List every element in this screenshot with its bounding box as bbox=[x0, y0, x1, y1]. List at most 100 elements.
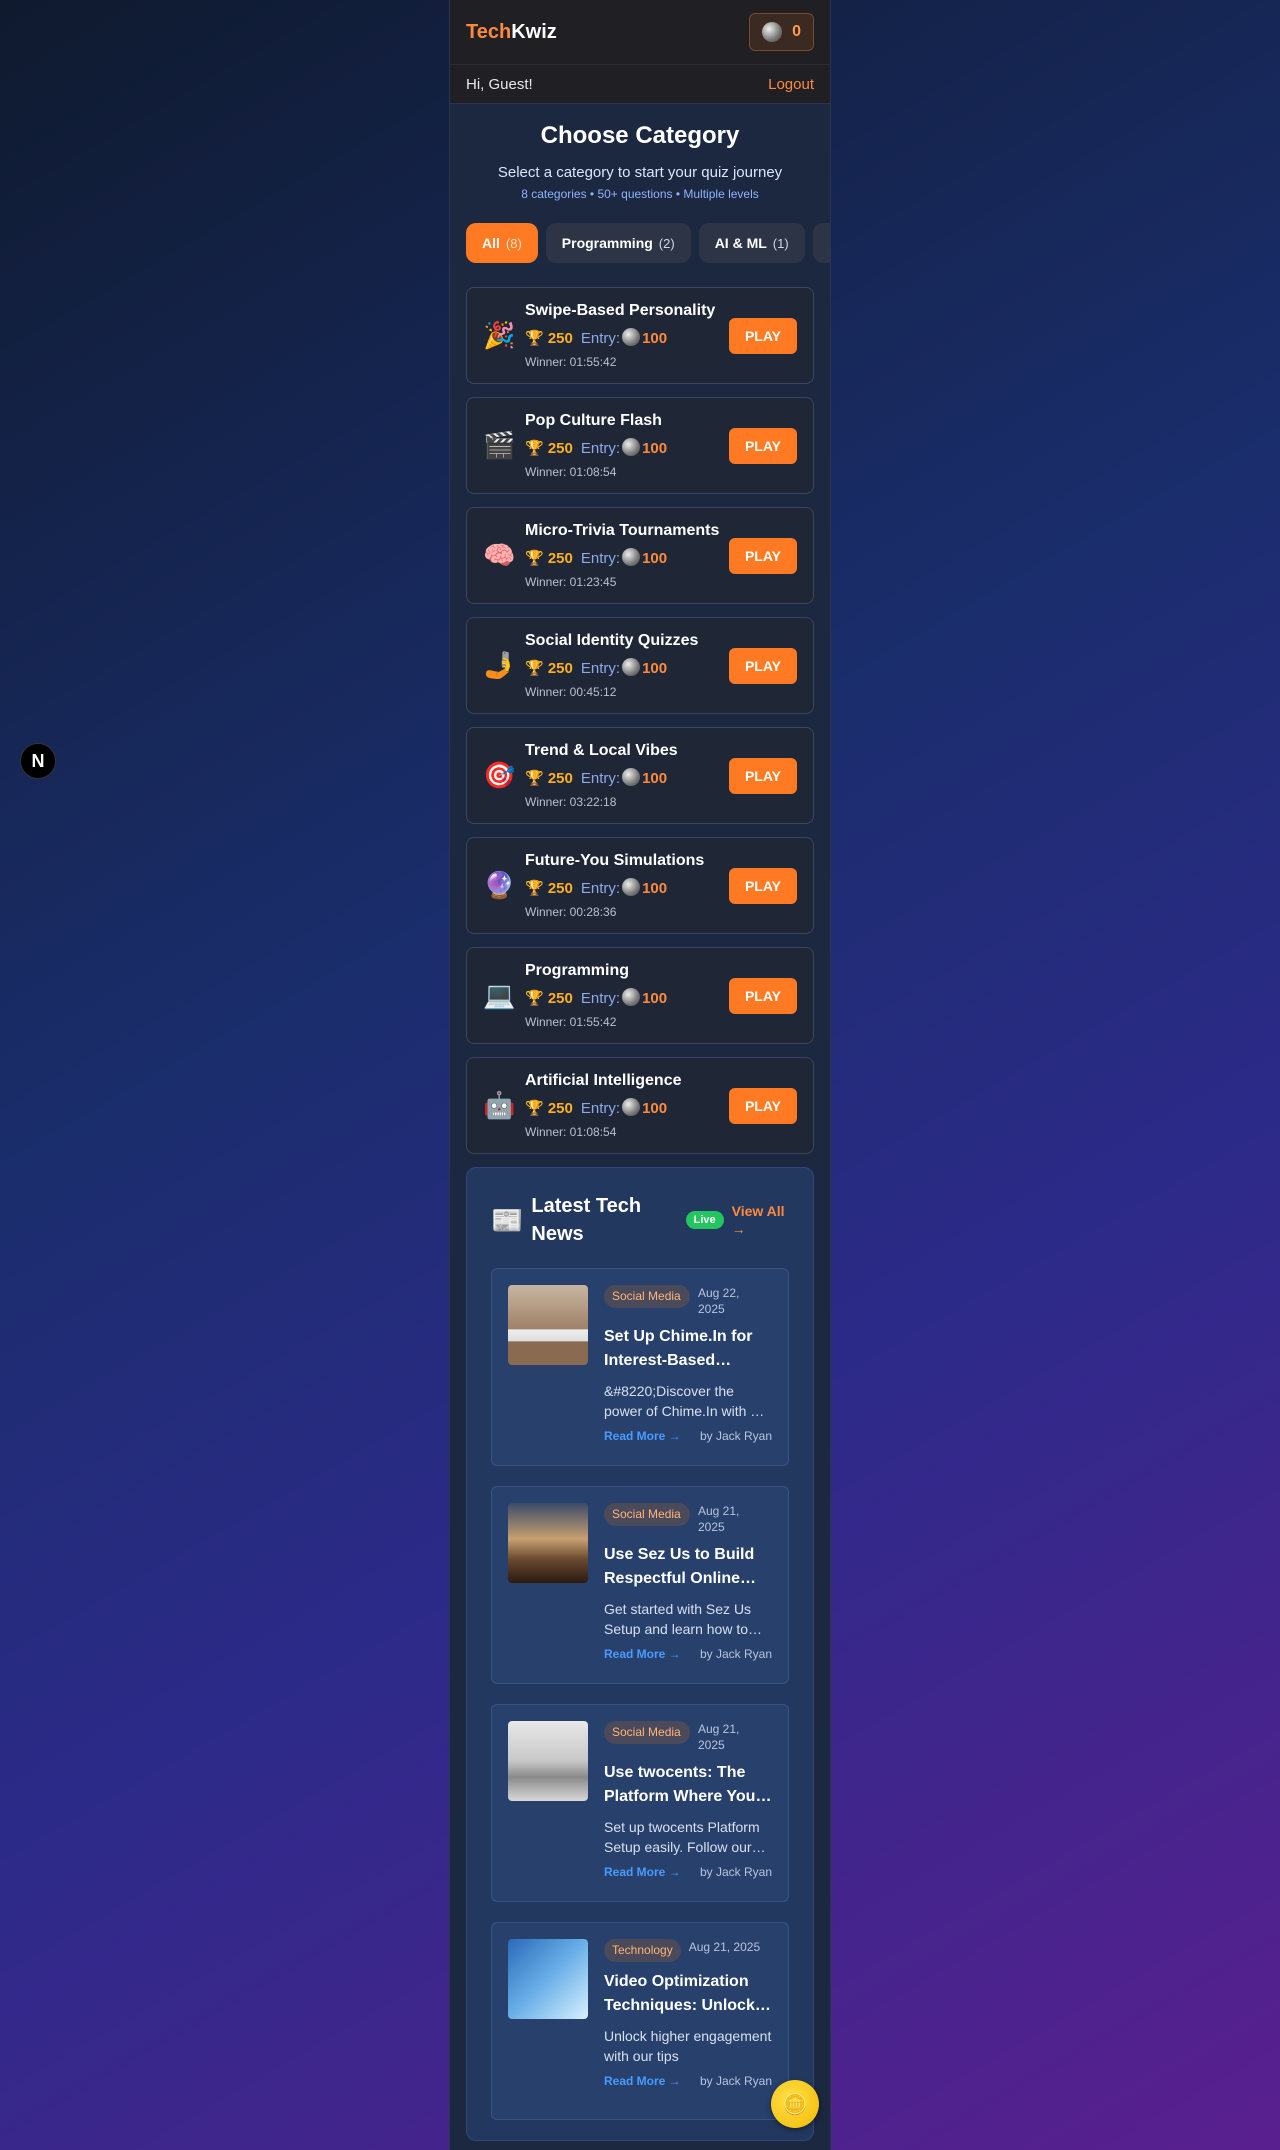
quiz-icon: 🎬 bbox=[483, 430, 516, 460]
quiz-card[interactable]: 💻 Programming 🏆 250 Entry: 100 Winner: 01:… bbox=[466, 947, 814, 1044]
news-header: 📰 Latest Tech News Live View All → bbox=[491, 1192, 789, 1248]
article-thumbnail bbox=[508, 1285, 588, 1365]
quiz-title: Social Identity Quizzes bbox=[525, 632, 699, 649]
article-author: by Jack Ryan bbox=[699, 1647, 772, 1661]
tab-programming[interactable]: Programming (2) bbox=[545, 223, 691, 263]
quiz-entry-fee: 100 bbox=[642, 660, 668, 677]
coin-icon bbox=[622, 328, 641, 346]
quiz-winner-time: Winner: 00:28:36 bbox=[525, 905, 617, 919]
newspaper-icon: 📰 bbox=[491, 1204, 524, 1235]
read-more-link[interactable]: Read More → bbox=[604, 1429, 681, 1443]
page-meta: 8 categories • 50+ questions • Multiple … bbox=[521, 187, 759, 201]
article-date: Aug 21, 2025 bbox=[698, 1722, 740, 1752]
view-all-link[interactable]: View All → bbox=[732, 1202, 789, 1238]
article-author: by Jack Ryan bbox=[699, 2074, 772, 2088]
article-category: Technology bbox=[604, 1939, 681, 1962]
quiz-winner-time: Winner: 01:08:54 bbox=[525, 465, 617, 479]
quiz-entry-fee: 100 bbox=[642, 990, 668, 1007]
tab-ai-ml[interactable]: AI & ML (1) bbox=[698, 223, 805, 263]
article-thumbnail bbox=[508, 1939, 588, 2019]
quiz-title: Pop Culture Flash bbox=[525, 412, 662, 429]
news-title: Latest Tech News bbox=[531, 1195, 642, 1245]
quiz-prize: 🏆 250 bbox=[525, 990, 573, 1007]
play-button[interactable]: PLAY bbox=[729, 537, 797, 574]
quiz-card[interactable]: 🔮 Future-You Simulations 🏆 250 Entry: 100 … bbox=[466, 837, 814, 934]
quiz-title: Artificial Intelligence bbox=[525, 1072, 682, 1089]
user-bar: Hi, Guest! Logout bbox=[450, 64, 830, 104]
coin-balance: 0 bbox=[792, 23, 801, 40]
play-button[interactable]: PLAY bbox=[729, 317, 797, 354]
news-article[interactable]: Social Media Aug 21, 2025 Use twocents: … bbox=[491, 1704, 789, 1902]
quiz-card[interactable]: 🎬 Pop Culture Flash 🏆 250 Entry: 100 Winne… bbox=[466, 397, 814, 494]
quiz-winner-time: Winner: 01:08:54 bbox=[525, 1125, 617, 1139]
coin-icon bbox=[622, 548, 641, 566]
logout-link[interactable]: Logout bbox=[768, 76, 814, 93]
play-button[interactable]: PLAY bbox=[729, 1087, 797, 1124]
read-more-link[interactable]: Read More → bbox=[604, 1647, 681, 1661]
quiz-icon: 🤖 bbox=[483, 1090, 516, 1120]
quiz-entry-fee: 100 bbox=[642, 880, 668, 897]
article-category: Social Media bbox=[604, 1285, 690, 1308]
quiz-winner-time: Winner: 01:55:42 bbox=[525, 355, 617, 369]
quiz-card[interactable]: 🤳 Social Identity Quizzes 🏆 250 Entry: 100… bbox=[466, 617, 814, 714]
coin-icon bbox=[622, 1098, 641, 1116]
play-button[interactable]: PLAY bbox=[729, 647, 797, 684]
tab-all[interactable]: All (8) bbox=[466, 223, 538, 263]
quiz-card[interactable]: 🤖 Artificial Intelligence 🏆 250 Entry: 100… bbox=[466, 1057, 814, 1154]
coin-icon bbox=[622, 988, 641, 1006]
news-article[interactable]: Social Media Aug 21, 2025 Use Sez Us to … bbox=[491, 1486, 789, 1684]
quiz-prize: 🏆 250 bbox=[525, 330, 573, 347]
play-button[interactable]: PLAY bbox=[729, 427, 797, 464]
article-thumbnail bbox=[508, 1503, 588, 1583]
article-title: Video Optimization Techniques: Unlock Gr… bbox=[604, 1973, 755, 2014]
app-container: TechKwiz 0 Hi, Guest! Logout Choose Cate… bbox=[449, 0, 831, 2150]
quiz-entry-fee: 100 bbox=[642, 330, 668, 347]
quiz-list: 🎉 Swipe-Based Personality 🏆 250 Entry: 100… bbox=[450, 287, 830, 1154]
live-badge: Live bbox=[685, 1211, 724, 1229]
article-title: Use twocents: The Platform Where You Sha… bbox=[604, 1764, 756, 1805]
quiz-title: Micro-Trivia Tournaments bbox=[525, 522, 720, 539]
nextjs-dev-badge[interactable]: N bbox=[20, 743, 56, 779]
tab-more[interactable] bbox=[812, 223, 830, 263]
page-title: Choose Category bbox=[540, 122, 740, 149]
article-date: Aug 21, 2025 bbox=[698, 1504, 740, 1534]
quiz-icon: 💻 bbox=[483, 980, 516, 1010]
coin-icon: 🪙 bbox=[782, 2093, 808, 2116]
quiz-card[interactable]: 🎉 Swipe-Based Personality 🏆 250 Entry: 100… bbox=[466, 287, 814, 384]
article-thumbnail bbox=[508, 1721, 588, 1801]
greeting: Hi, Guest! bbox=[466, 75, 533, 93]
quiz-title: Swipe-Based Personality bbox=[525, 302, 716, 319]
quiz-entry-fee: 100 bbox=[642, 770, 668, 787]
article-date: Aug 22, 2025 bbox=[698, 1286, 740, 1316]
quiz-prize: 🏆 250 bbox=[525, 770, 573, 787]
article-excerpt: Get started with Sez Us Setup and learn … bbox=[604, 1601, 752, 1637]
article-author: by Jack Ryan bbox=[699, 1429, 772, 1443]
coin-icon bbox=[622, 768, 641, 786]
page-subtitle: Select a category to start your quiz jou… bbox=[497, 164, 783, 181]
play-button[interactable]: PLAY bbox=[729, 867, 797, 904]
article-title: Use Sez Us to Build Respectful Online De… bbox=[604, 1546, 755, 1587]
article-excerpt: &#8220;Discover the power of Chime.In wi… bbox=[604, 1383, 771, 1419]
quiz-entry-fee: 100 bbox=[642, 1100, 668, 1117]
quiz-prize: 🏆 250 bbox=[525, 1100, 573, 1117]
floating-coin-button[interactable]: 🪙 bbox=[771, 2080, 819, 2128]
category-tabs: All (8) Programming (2) AI & ML (1) bbox=[450, 223, 830, 263]
logo[interactable]: TechKwiz bbox=[466, 21, 557, 44]
quiz-card[interactable]: 🧠 Micro-Trivia Tournaments 🏆 250 Entry: 10… bbox=[466, 507, 814, 604]
play-button[interactable]: PLAY bbox=[729, 757, 797, 794]
coin-balance-button[interactable]: 0 bbox=[749, 13, 814, 51]
quiz-winner-time: Winner: 03:22:18 bbox=[525, 795, 617, 809]
quiz-title: Programming bbox=[525, 962, 630, 979]
news-article[interactable]: Technology Aug 21, 2025 Video Optimizati… bbox=[491, 1922, 789, 2120]
coin-icon bbox=[622, 658, 641, 676]
quiz-prize: 🏆 250 bbox=[525, 440, 573, 457]
read-more-link[interactable]: Read More → bbox=[604, 2074, 681, 2088]
quiz-winner-time: Winner: 01:23:45 bbox=[525, 575, 617, 589]
news-article[interactable]: Social Media Aug 22, 2025 Set Up Chime.I… bbox=[491, 1268, 789, 1466]
quiz-card[interactable]: 🎯 Trend & Local Vibes 🏆 250 Entry: 100 Win… bbox=[466, 727, 814, 824]
quiz-winner-time: Winner: 00:45:12 bbox=[525, 685, 617, 699]
quiz-icon: 🔮 bbox=[483, 870, 516, 900]
quiz-entry-fee: 100 bbox=[642, 440, 668, 457]
play-button[interactable]: PLAY bbox=[729, 977, 797, 1014]
read-more-link[interactable]: Read More → bbox=[604, 1865, 681, 1879]
